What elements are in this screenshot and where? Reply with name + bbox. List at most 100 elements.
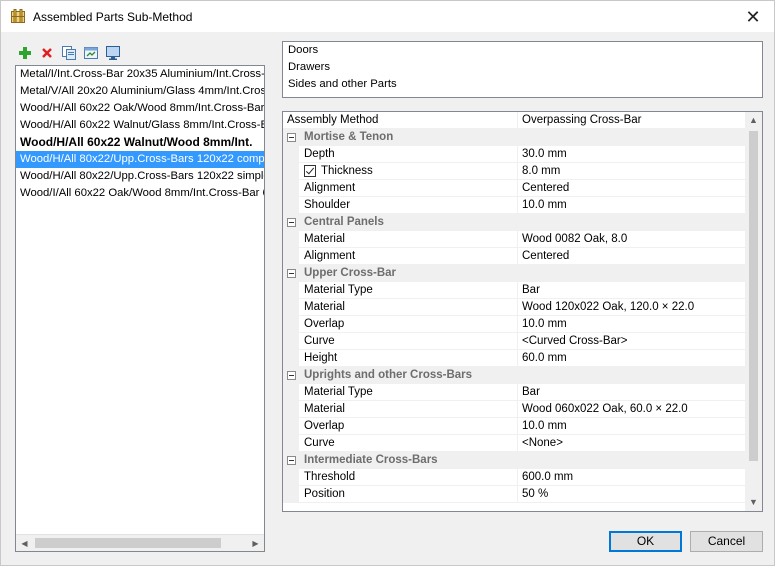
property-category[interactable]: Intermediate Cross-Bars [283, 452, 746, 469]
grid-margin [283, 180, 299, 197]
property-name: Alignment [304, 250, 356, 262]
property-name: Material [304, 233, 345, 245]
property-value[interactable]: 60.0 mm [517, 350, 746, 367]
property-value[interactable]: 10.0 mm [517, 418, 746, 435]
property-name: Assembly Method [287, 114, 379, 126]
add-icon [19, 47, 31, 59]
collapse-icon[interactable] [287, 218, 296, 227]
property-row[interactable]: Thickness 8.0 mm [283, 163, 746, 180]
property-name: Curve [304, 437, 335, 449]
grid-margin [283, 350, 299, 367]
collapse-icon[interactable] [287, 456, 296, 465]
property-row[interactable]: Curve <None> [283, 435, 746, 452]
checkbox[interactable] [304, 165, 316, 177]
property-value[interactable]: Wood 120x022 Oak, 120.0 × 22.0 [517, 299, 746, 316]
property-value[interactable]: <None> [517, 435, 746, 452]
property-value[interactable]: Bar [517, 282, 746, 299]
collapse-icon[interactable] [287, 371, 296, 380]
copy-button[interactable] [59, 44, 79, 62]
grid-margin [283, 418, 299, 435]
delete-icon [42, 48, 52, 58]
property-category[interactable]: Central Panels [283, 214, 746, 231]
property-row[interactable]: Assembly Method Overpassing Cross-Bar [283, 112, 746, 129]
property-name: Material Type [304, 284, 373, 296]
property-value[interactable]: <Curved Cross-Bar> [517, 333, 746, 350]
property-row[interactable]: Depth 30.0 mm [283, 146, 746, 163]
property-value[interactable]: 10.0 mm [517, 197, 746, 214]
category-label: Upper Cross-Bar [304, 267, 397, 279]
list-item[interactable]: Wood/H/All 80x22/Upp.Cross-Bars 120x22 c… [16, 151, 264, 168]
property-value[interactable]: Wood 060x022 Oak, 60.0 × 22.0 [517, 401, 746, 418]
property-row[interactable]: Material Wood 0082 Oak, 8.0 [283, 231, 746, 248]
list-item[interactable]: Metal/V/All 20x20 Aluminium/Glass 4mm/In… [16, 83, 264, 100]
list-item[interactable]: Metal/I/Int.Cross-Bar 20x35 Aluminium/In… [16, 66, 264, 83]
property-row[interactable]: Position 50 % [283, 486, 746, 503]
property-name: Curve [304, 335, 335, 347]
property-grid[interactable]: Assembly Method Overpassing Cross-Bar Mort… [282, 111, 763, 512]
scroll-right-icon[interactable]: ▶ [247, 535, 264, 551]
property-value[interactable]: 600.0 mm [517, 469, 746, 486]
scroll-thumb[interactable] [35, 538, 221, 548]
list-item[interactable]: Wood/I/All 60x22 Oak/Wood 8mm/Int.Cross-… [16, 185, 264, 202]
property-category[interactable]: Mortise & Tenon [283, 129, 746, 146]
property-row[interactable]: Height 60.0 mm [283, 350, 746, 367]
property-value[interactable]: 10.0 mm [517, 316, 746, 333]
property-category[interactable]: Upper Cross-Bar [283, 265, 746, 282]
add-button[interactable] [15, 44, 35, 62]
property-row[interactable]: Shoulder 10.0 mm [283, 197, 746, 214]
grid-margin [283, 435, 299, 452]
category-list[interactable]: Doors Drawers Sides and other Parts [282, 41, 763, 98]
property-name: Material [304, 301, 345, 313]
edit-icon [84, 47, 98, 59]
category-item[interactable]: Doors [283, 42, 762, 59]
cancel-button[interactable]: Cancel [690, 531, 763, 552]
property-row[interactable]: Alignment Centered [283, 248, 746, 265]
horizontal-scrollbar[interactable]: ◀ ▶ [16, 534, 264, 551]
property-row[interactable]: Material Wood 120x022 Oak, 120.0 × 22.0 [283, 299, 746, 316]
scroll-thumb[interactable] [749, 131, 758, 461]
grid-margin [283, 282, 299, 299]
property-row[interactable]: Overlap 10.0 mm [283, 418, 746, 435]
property-row[interactable]: Material Wood 060x022 Oak, 60.0 × 22.0 [283, 401, 746, 418]
property-row[interactable]: Curve <Curved Cross-Bar> [283, 333, 746, 350]
grid-margin [283, 146, 299, 163]
property-value[interactable]: 50 % [517, 486, 746, 503]
delete-button[interactable] [37, 44, 57, 62]
grid-margin [283, 299, 299, 316]
display-button[interactable] [103, 44, 123, 62]
property-value[interactable]: Overpassing Cross-Bar [517, 112, 746, 129]
category-item[interactable]: Sides and other Parts [283, 76, 762, 93]
category-label: Mortise & Tenon [304, 131, 394, 143]
property-row[interactable]: Overlap 10.0 mm [283, 316, 746, 333]
property-row[interactable]: Threshold 600.0 mm [283, 469, 746, 486]
property-value[interactable]: Centered [517, 248, 746, 265]
collapse-icon[interactable] [287, 133, 296, 142]
property-value[interactable]: Centered [517, 180, 746, 197]
list-item[interactable]: Wood/H/All 60x22 Oak/Wood 8mm/Int.Cross-… [16, 100, 264, 117]
property-row[interactable]: Alignment Centered [283, 180, 746, 197]
edit-button[interactable] [81, 44, 101, 62]
property-name: Threshold [304, 471, 356, 483]
list-item[interactable]: Wood/H/All 80x22/Upp.Cross-Bars 120x22 s… [16, 168, 264, 185]
property-value[interactable]: 30.0 mm [517, 146, 746, 163]
list-item[interactable]: Wood/H/All 60x22 Walnut/Glass 8mm/Int.Cr… [16, 117, 264, 134]
scroll-down-icon[interactable]: ▼ [745, 494, 762, 511]
property-category[interactable]: Uprights and other Cross-Bars [283, 367, 746, 384]
close-button[interactable]: ✕ [738, 4, 768, 30]
grid-margin [283, 333, 299, 350]
ok-button[interactable]: OK [609, 531, 682, 552]
collapse-icon[interactable] [287, 269, 296, 278]
property-value[interactable]: Bar [517, 384, 746, 401]
vertical-scrollbar[interactable]: ▲ ▼ [745, 112, 762, 511]
property-row[interactable]: Material Type Bar [283, 282, 746, 299]
property-value[interactable]: 8.0 mm [517, 163, 746, 180]
grid-margin [283, 469, 299, 486]
grid-margin [283, 231, 299, 248]
list-item[interactable]: Wood/H/All 60x22 Walnut/Wood 8mm/Int. [16, 134, 264, 151]
scroll-up-icon[interactable]: ▲ [745, 112, 762, 129]
method-list[interactable]: Metal/I/Int.Cross-Bar 20x35 Aluminium/In… [15, 65, 265, 552]
scroll-left-icon[interactable]: ◀ [16, 535, 33, 551]
category-item[interactable]: Drawers [283, 59, 762, 76]
property-value[interactable]: Wood 0082 Oak, 8.0 [517, 231, 746, 248]
property-row[interactable]: Material Type Bar [283, 384, 746, 401]
